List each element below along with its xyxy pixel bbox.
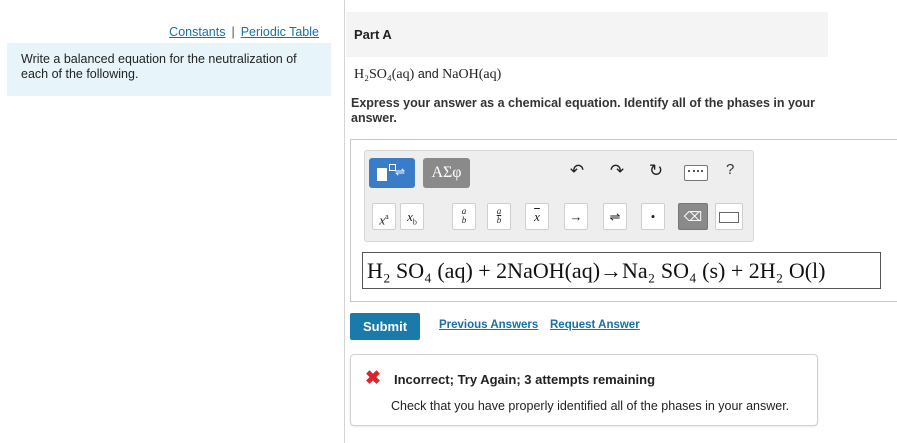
link-separator: | bbox=[231, 25, 235, 39]
keyboard-icon[interactable] bbox=[684, 165, 708, 181]
previous-answers-link[interactable]: Previous Answers bbox=[439, 319, 538, 331]
resource-links: Constants | Periodic Table bbox=[0, 25, 319, 39]
feedback-title: Incorrect; Try Again; 3 attempts remaini… bbox=[394, 372, 656, 387]
submit-button[interactable]: Submit bbox=[350, 313, 420, 340]
help-icon[interactable]: ? bbox=[726, 161, 734, 178]
question-text: H₂SO₄(aq) and NaOH(aq) bbox=[354, 67, 501, 83]
keyboard-toggle-icon[interactable] bbox=[715, 203, 743, 230]
part-header: Part A bbox=[346, 12, 828, 57]
periodic-table-link[interactable]: Periodic Table bbox=[241, 25, 319, 39]
constants-link[interactable]: Constants bbox=[169, 25, 225, 39]
request-answer-link[interactable]: Request Answer bbox=[550, 319, 640, 331]
part-title: Part A bbox=[354, 27, 392, 42]
incorrect-icon: ✖ bbox=[365, 368, 381, 389]
answer-input[interactable]: H₂ SO₄ (aq) + 2NaOH(aq)→Na₂ SO₄ (s) + 2H… bbox=[362, 252, 881, 289]
redo-icon[interactable]: ↷ bbox=[606, 161, 628, 181]
fraction-bar-key[interactable]: ab bbox=[487, 203, 511, 230]
instructions-box: Write a balanced equation for the neutra… bbox=[7, 43, 331, 96]
overline-key[interactable]: x bbox=[525, 203, 549, 230]
undo-icon[interactable]: ↶ bbox=[566, 161, 588, 181]
dot-key[interactable]: • bbox=[641, 203, 665, 230]
question-reactant-2: NaOH(aq) bbox=[442, 67, 502, 82]
backspace-icon[interactable]: ⌫ bbox=[678, 203, 708, 230]
template-arrows-icon: ⇌ bbox=[395, 165, 406, 179]
superscript-key[interactable]: xa bbox=[372, 203, 396, 230]
equilibrium-arrow-key[interactable]: ⇌ bbox=[603, 203, 627, 230]
question-reactant-1: H₂SO₄(aq) bbox=[354, 67, 415, 82]
feedback-box bbox=[350, 354, 818, 426]
templates-button[interactable]: ⇌ bbox=[369, 158, 415, 188]
greek-symbols-button[interactable]: ΑΣφ bbox=[423, 158, 470, 188]
feedback-message: Check that you have properly identified … bbox=[391, 399, 790, 413]
subscript-key[interactable]: xb bbox=[400, 203, 424, 230]
question-conjunction: and bbox=[417, 67, 439, 81]
left-panel: Constants | Periodic Table Write a balance… bbox=[0, 0, 333, 443]
template-square-icon bbox=[377, 168, 387, 181]
fraction-key[interactable]: ab bbox=[452, 203, 476, 230]
answer-prompt: Express your answer as a chemical equati… bbox=[351, 96, 816, 125]
reaction-arrow-key[interactable]: → bbox=[564, 203, 588, 230]
reset-icon[interactable]: ↻ bbox=[645, 161, 667, 181]
panel-divider bbox=[344, 0, 345, 443]
